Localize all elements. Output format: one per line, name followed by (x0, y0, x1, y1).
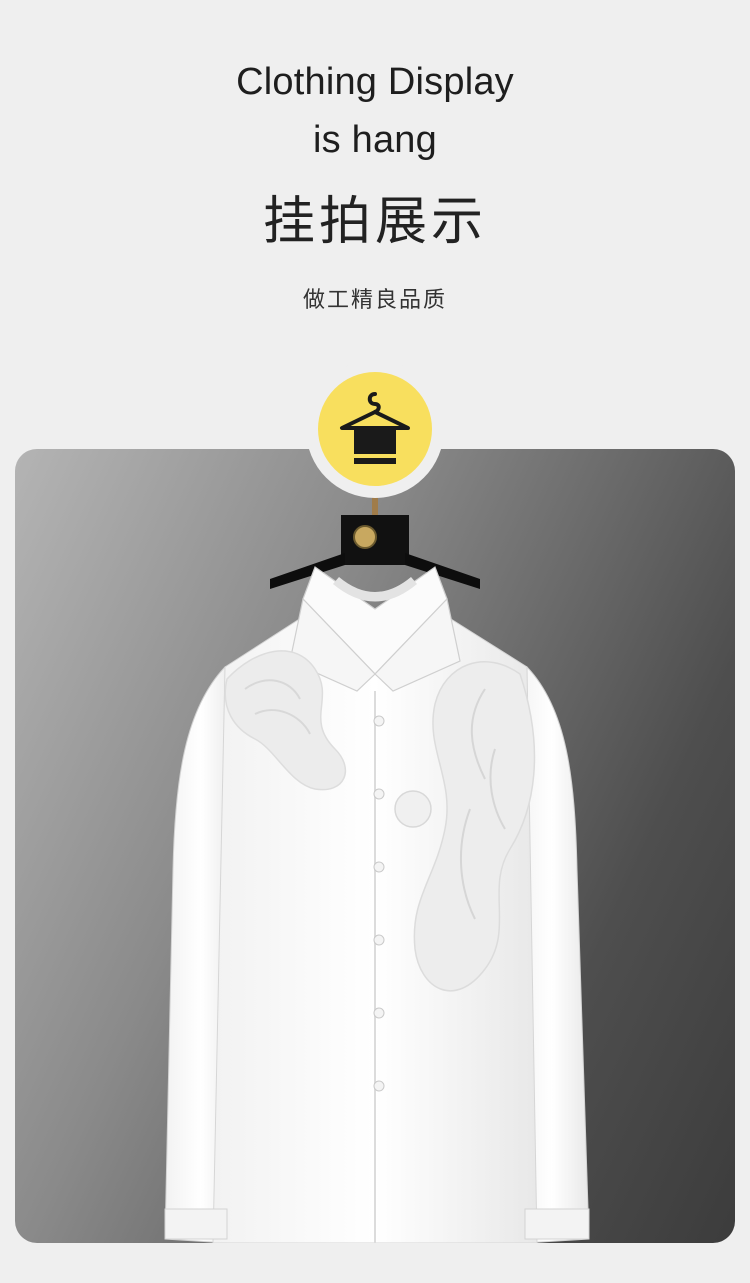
page-subtitle-cn: 做工精良品质 (302, 288, 447, 313)
page-title-cn: 挂拍展示 (262, 192, 487, 252)
shirt-button (373, 788, 385, 800)
page-title-en-line1: Clothing Display (236, 61, 514, 103)
shirt-button (373, 934, 385, 946)
shirt-photo (164, 479, 590, 1243)
shirt-right-cuff (524, 1208, 590, 1240)
shirt-button (373, 715, 385, 727)
product-photo-panel (15, 449, 735, 1243)
hanger-icon (340, 392, 410, 464)
hanger-badge (318, 372, 432, 486)
page-title-en-line2: is hang (313, 119, 437, 161)
shirt-left-cuff (164, 1208, 228, 1240)
hanger-logo (353, 525, 377, 549)
shirt-button (373, 1080, 385, 1092)
shirt-button (373, 1007, 385, 1019)
shirt-button (373, 861, 385, 873)
